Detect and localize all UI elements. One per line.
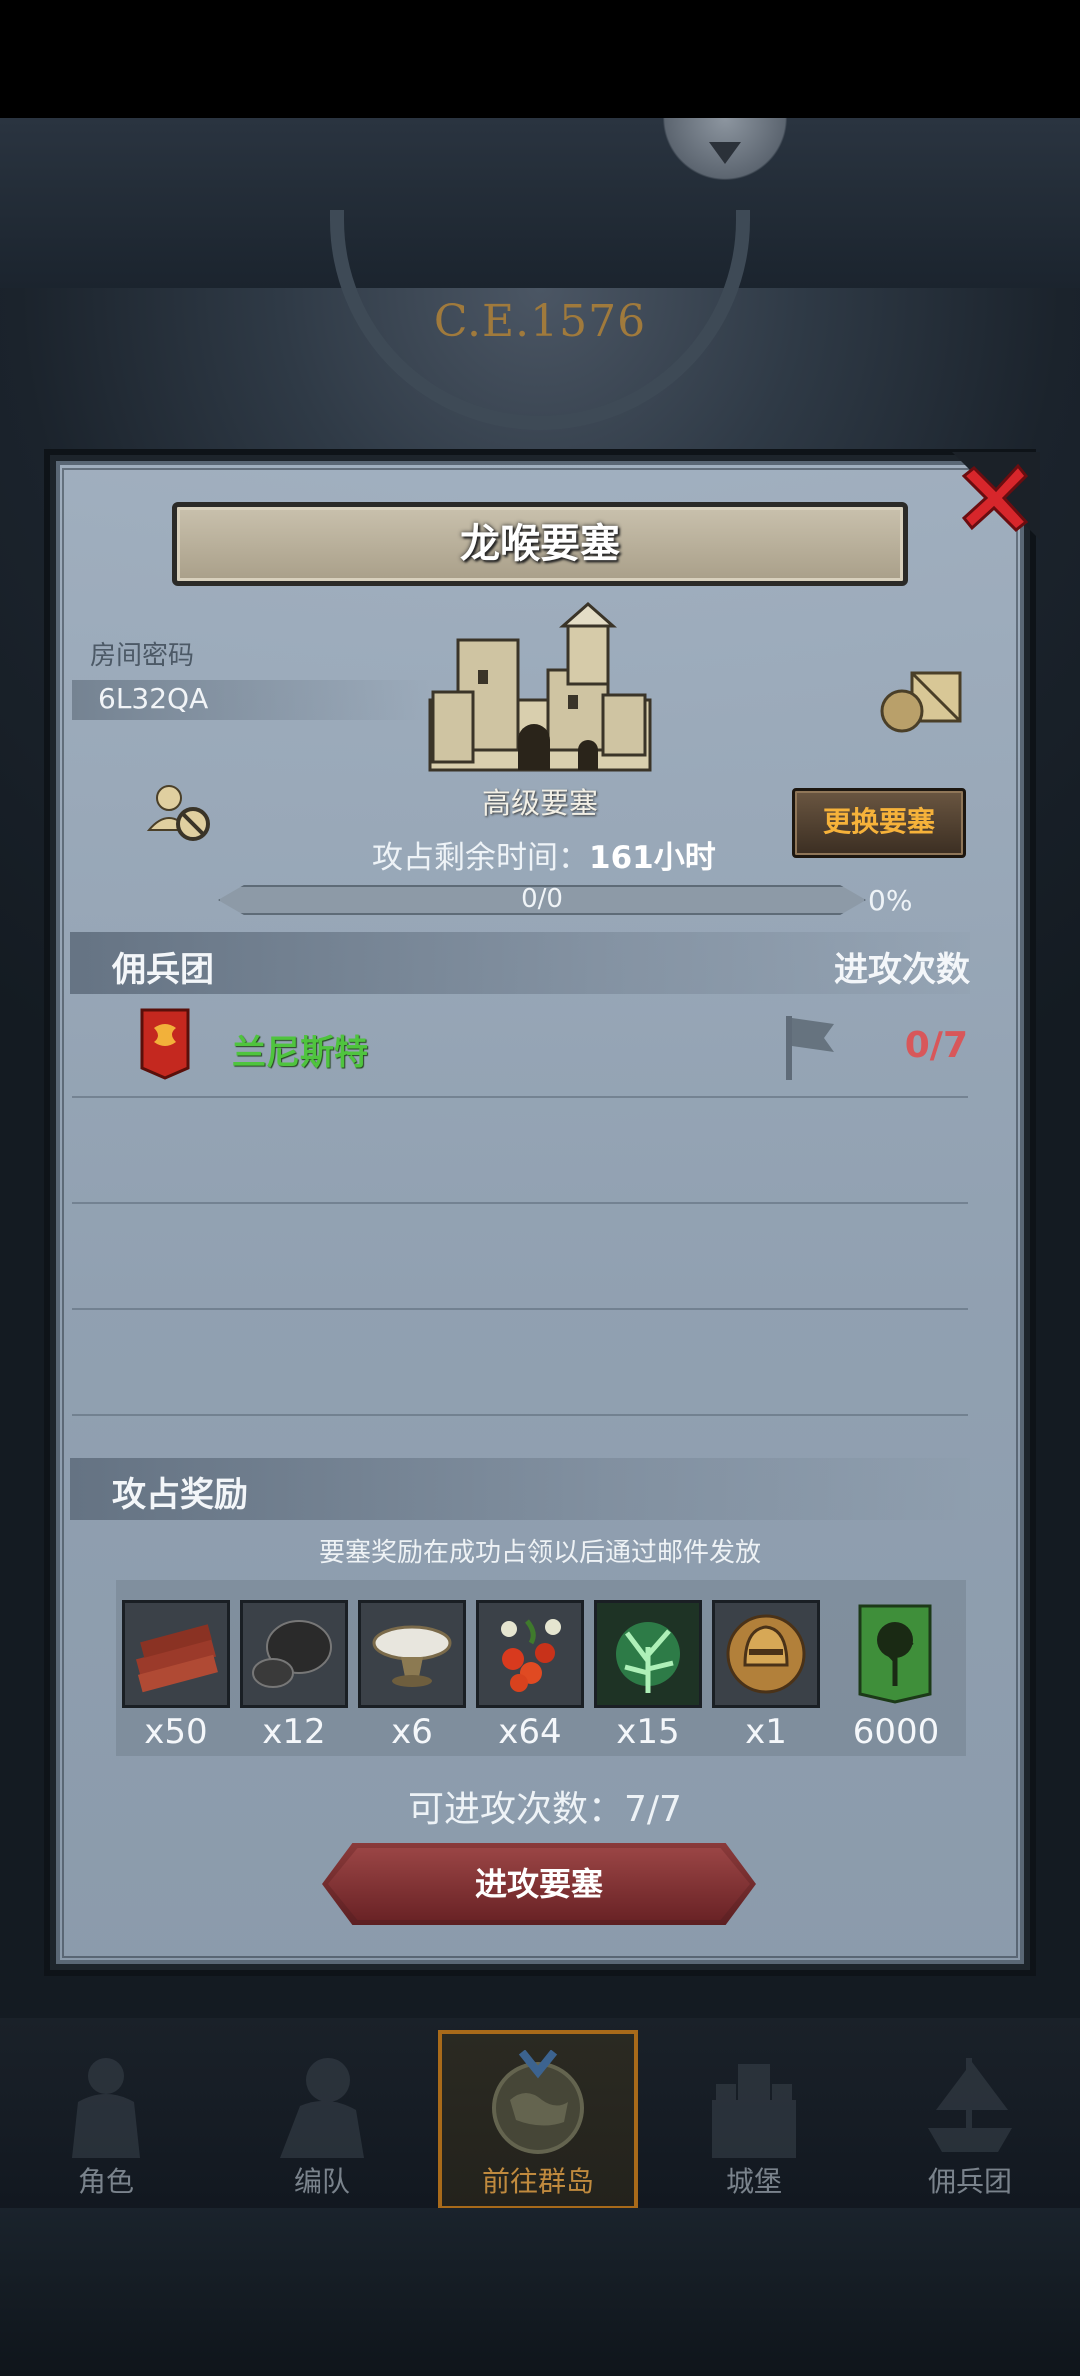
attempts-available: 可进攻次数：7/7 [408, 1789, 682, 1830]
islands-map-icon [492, 2050, 584, 2154]
nav-go-to-islands[interactable]: 前往群岛 [438, 2030, 638, 2210]
salt-bowl-icon[interactable] [358, 1600, 466, 1708]
nav-label: 编队 [293, 2165, 350, 2198]
formation-icon [280, 2058, 364, 2158]
nav-label: 前往群岛 [481, 2165, 594, 2198]
ore-rock-icon[interactable] [240, 1600, 348, 1708]
nav-label: 城堡 [725, 2165, 782, 2198]
reward-count: x1 [745, 1712, 787, 1752]
nav-castle[interactable]: 城堡 [654, 2030, 854, 2210]
fortress-icon [418, 600, 662, 784]
era-label: C.E.1576 [433, 296, 647, 347]
green-tree-banner-icon[interactable] [858, 1604, 932, 1708]
guild-name[interactable]: 兰尼斯特 [232, 1025, 368, 1074]
ship-icon [928, 2058, 1012, 2152]
collapse-button[interactable] [655, 118, 795, 190]
wood-logs-icon[interactable] [122, 1600, 230, 1708]
guild-attack-count: 0/7 [904, 1025, 968, 1066]
row-divider [72, 1096, 968, 1098]
reward-header: 攻占奖励 [112, 1475, 248, 1515]
castle-icon [712, 2064, 796, 2158]
remaining-time-hours: 161小时 [589, 840, 716, 876]
remaining-time-label: 攻占剩余时间： [372, 840, 589, 876]
nav-formation[interactable]: 编队 [222, 2030, 422, 2210]
nav-character[interactable]: 角色 [6, 2030, 206, 2210]
capture-progress-text: 0/0 [521, 884, 563, 914]
room-code-label: 房间密码 [90, 641, 195, 671]
status-bar [0, 0, 1080, 118]
dialog-title: 龙喉要塞 [460, 521, 620, 567]
guild-emblem-icon [140, 1008, 190, 1084]
close-icon [952, 452, 1040, 540]
no-user-icon[interactable] [145, 780, 215, 848]
attack-count-header: 进攻次数 [834, 950, 970, 990]
knight-icon [72, 2058, 140, 2158]
arrow-down-icon [709, 142, 741, 164]
green-tree-spirit-icon[interactable] [594, 1600, 702, 1708]
golden-helmet-icon[interactable] [712, 1600, 820, 1708]
nav-label: 角色 [77, 2165, 134, 2198]
supplies-icon[interactable] [878, 665, 966, 739]
nav-mercenary[interactable]: 佣兵团 [870, 2030, 1070, 2210]
row-divider [72, 1308, 968, 1310]
flag-icon [782, 1012, 838, 1086]
nav-label: 佣兵团 [927, 2165, 1012, 2198]
capture-progress-percent: 0% [868, 884, 913, 917]
row-divider [72, 1202, 968, 1204]
room-code-value: 6L32QA [98, 682, 209, 715]
row-divider [72, 1414, 968, 1416]
reward-note: 要塞奖励在成功占领以后通过邮件发放 [318, 1538, 761, 1568]
remaining-time: 攻占剩余时间：161小时 [372, 832, 716, 877]
mercenary-header: 佣兵团 [112, 950, 214, 990]
bottom-bar [0, 2208, 1080, 2376]
close-button[interactable] [952, 452, 1040, 540]
fortress-level: 高级要塞 [481, 786, 598, 820]
attack-fortress-button[interactable]: 进攻要塞 [328, 1848, 750, 1920]
change-fortress-button[interactable]: 更换要塞 [792, 788, 966, 858]
reward-count: 6000 [852, 1712, 940, 1752]
berries-icon[interactable] [476, 1600, 584, 1708]
